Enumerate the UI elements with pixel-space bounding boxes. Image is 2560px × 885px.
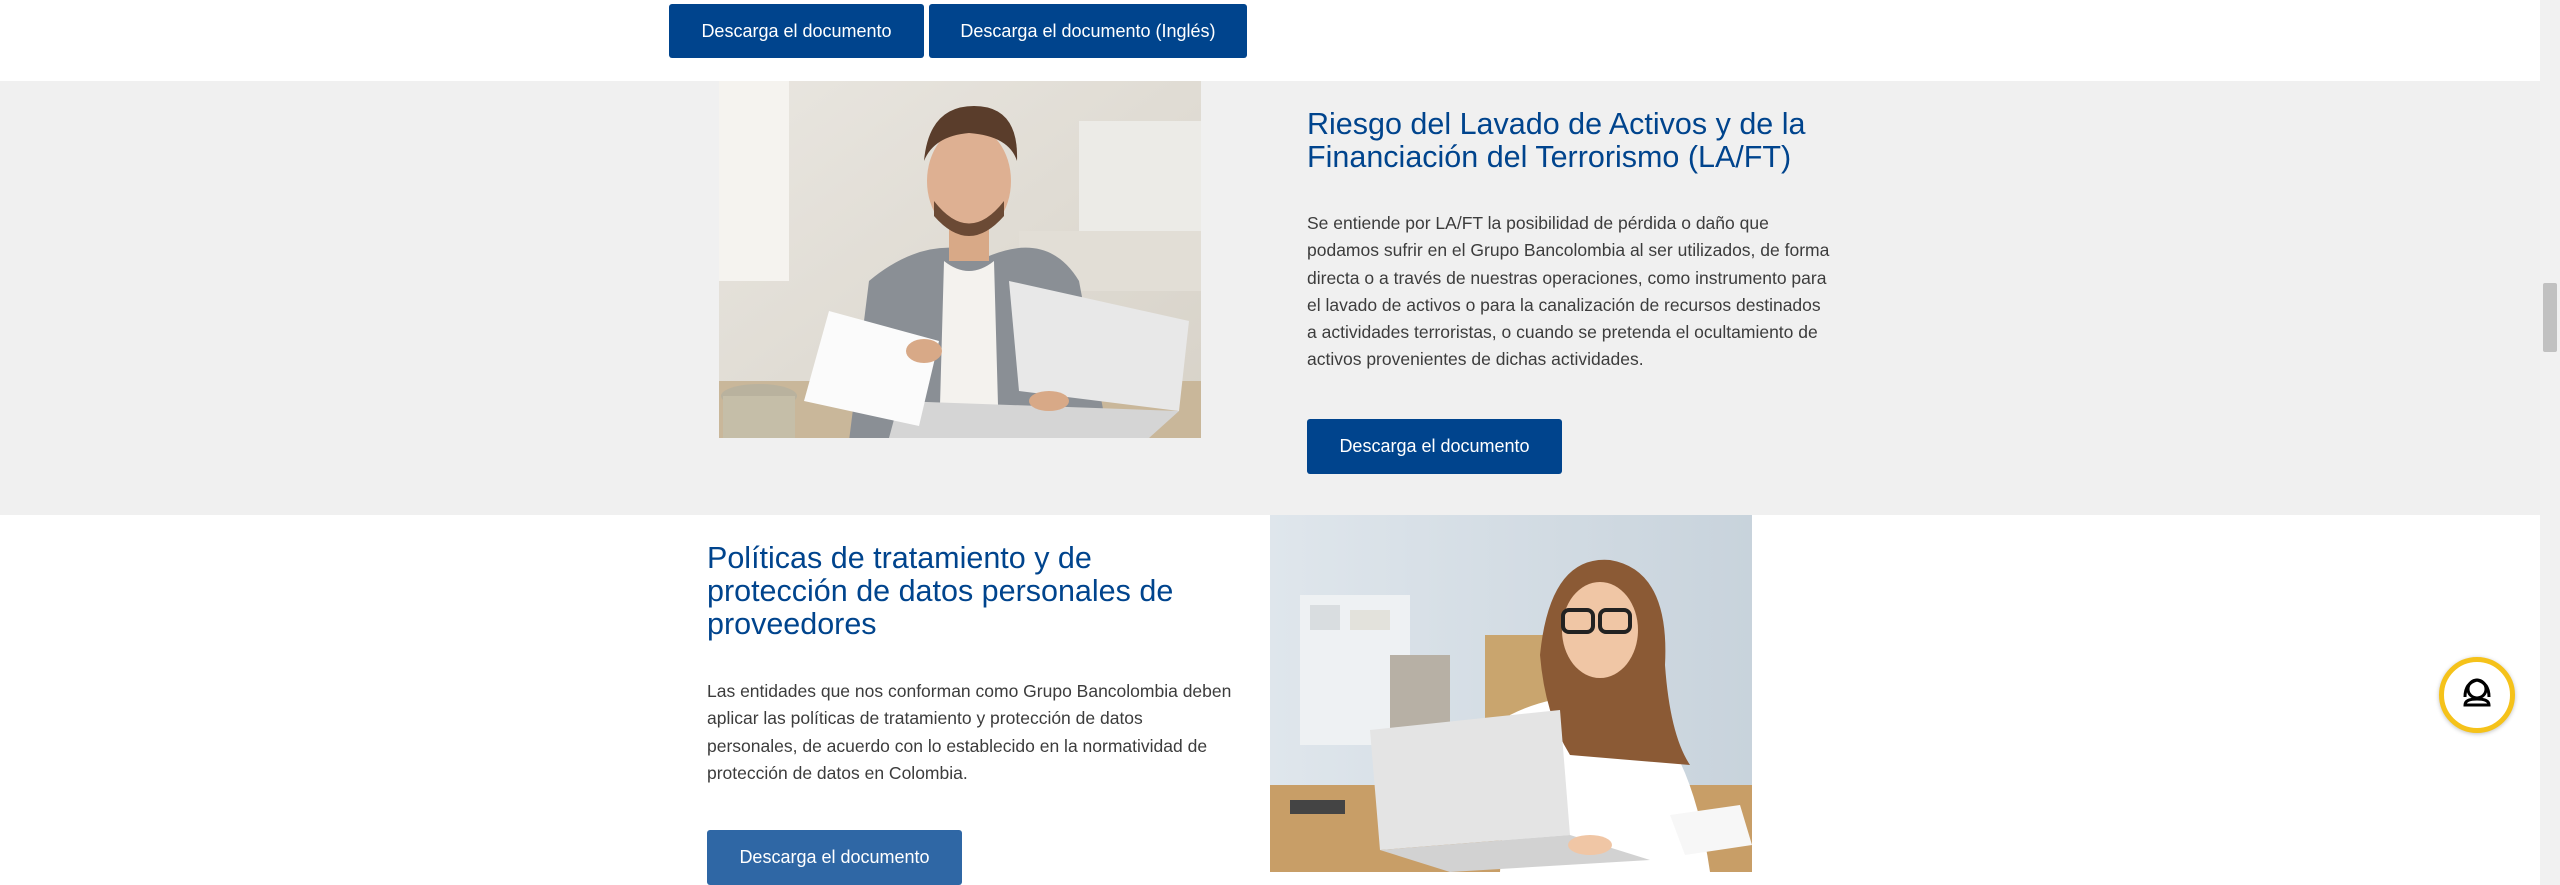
laft-title-line-1: Riesgo del Lavado de Activos y de la: [1307, 107, 1806, 141]
privacy-description: Las entidades que nos conforman como Gru…: [707, 678, 1231, 787]
privacy-title-line: protección de datos personales de: [707, 574, 1174, 608]
headset-chat-icon: [2459, 675, 2495, 716]
laft-description: Se entiende por LA/FT la posibilidad de …: [1307, 210, 1829, 374]
privacy-download-button[interactable]: Descarga el documento: [707, 830, 962, 885]
download-document-button[interactable]: Descarga el documento: [669, 4, 924, 58]
privacy-title-line: Políticas de tratamiento y de: [707, 541, 1092, 575]
top-download-section: Descarga el documento Descarga el docume…: [0, 0, 2540, 81]
text-line: protección de datos en Colombia.: [707, 762, 968, 783]
privacy-policy-section: Políticas de tratamiento y de protección…: [0, 515, 2540, 885]
laft-title-line-2: Financiación del Terrorismo (LA/FT): [1307, 140, 1792, 174]
text-line: a actividades terroristas, o cuando se p…: [1307, 322, 1818, 343]
text-line: el lavado de activos o para la canalizac…: [1307, 294, 1821, 315]
laft-risk-section: Riesgo del Lavado de Activos y de la Fin…: [0, 81, 2540, 515]
man-reading-document-photo: [719, 81, 1201, 438]
text-line: aplicar las políticas de tratamiento y p…: [707, 708, 1143, 729]
vertical-scrollbar[interactable]: [2540, 0, 2560, 885]
text-line: personales, de acuerdo con lo establecid…: [707, 735, 1208, 756]
scrollbar-thumb[interactable]: [2543, 283, 2557, 352]
text-line: directa o a través de nuestras operacion…: [1307, 267, 1827, 288]
privacy-title: Políticas de tratamiento y de protección…: [707, 542, 1173, 641]
text-line: Se entiende por LA/FT la posibilidad de …: [1307, 213, 1769, 233]
text-line: activos provenientes de dichas actividad…: [1307, 349, 1644, 370]
laft-download-button[interactable]: Descarga el documento: [1307, 419, 1562, 474]
laft-title: Riesgo del Lavado de Activos y de la Fin…: [1307, 108, 1805, 174]
text-line: Las entidades que nos conforman como Gru…: [707, 681, 1232, 701]
download-document-english-button[interactable]: Descarga el documento (Inglés): [929, 4, 1247, 58]
text-line: podamos sufrir en el Grupo Bancolombia a…: [1307, 240, 1830, 261]
chat-support-button[interactable]: [2439, 657, 2515, 733]
woman-using-laptop-photo: [1270, 515, 1752, 872]
privacy-title-line: proveedores: [707, 607, 877, 641]
